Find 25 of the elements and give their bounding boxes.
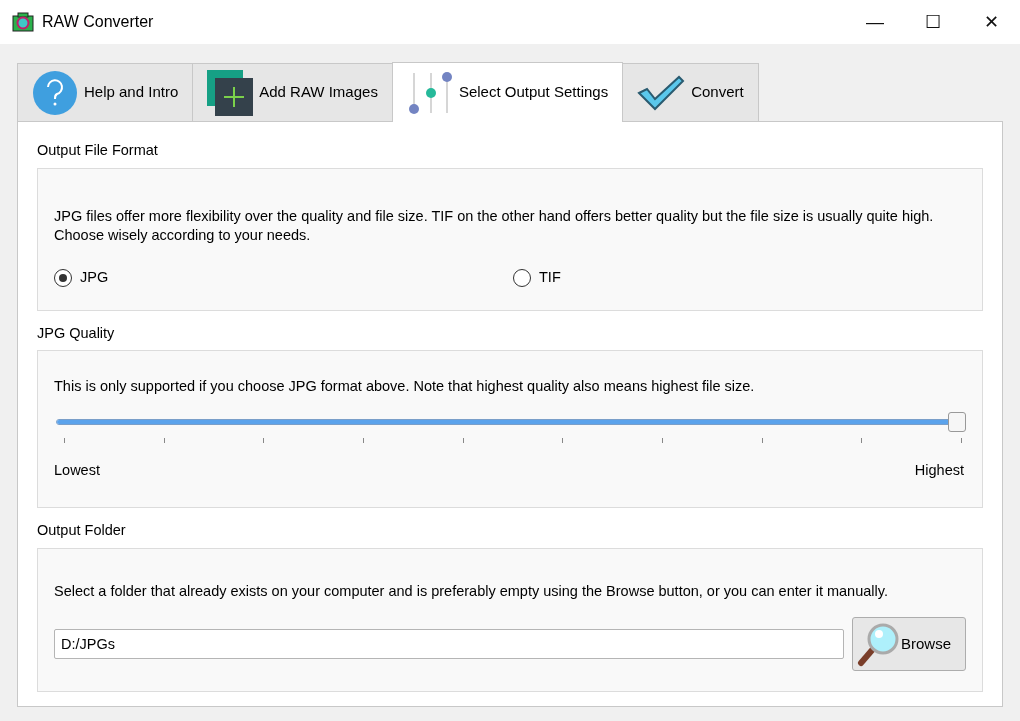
radio-option[interactable]: TIF: [513, 266, 561, 289]
max-label: Highest: [914, 461, 964, 481]
folder-input-field[interactable]: D:/JPGs: [54, 628, 844, 659]
description-text: Select a folder that already exists on your computer and is preferably empty using the Browse button, or you can enter it manually.: [54, 581, 889, 601]
close-button[interactable]: ✕: [962, 0, 1020, 44]
tab[interactable]: Select Output Settings: [391, 62, 624, 122]
group-title: Output File Format: [37, 141, 159, 160]
tab[interactable]: Add RAW Images: [192, 63, 393, 121]
min-label: Lowest: [54, 461, 100, 481]
group-title: JPG Quality: [37, 323, 116, 343]
checkmark-icon: [637, 74, 686, 111]
window-title: RAW Converter: [42, 12, 154, 32]
maximize-button[interactable]: ☐: [904, 0, 962, 44]
camera-icon: [12, 12, 34, 32]
description-text: This is only supported if you choose JPG format above. Note that highest quality also means highest file size.: [54, 377, 756, 397]
slider-handle[interactable]: [948, 412, 966, 433]
minimize-button[interactable]: —: [846, 0, 904, 44]
description-text: JPG files offer more flexibility over the quality and file size. TIF on the other hand offers better quality but the file size is usually quite high. Choose wisely according to your needs.: [54, 206, 935, 245]
radio-option[interactable]: JPG: [54, 266, 513, 289]
help-icon: [32, 69, 78, 116]
group-title: Output Folder: [37, 521, 127, 540]
tab[interactable]: Help and Intro: [17, 63, 194, 121]
tab[interactable]: Convert: [622, 63, 759, 121]
plus-icon: [207, 69, 254, 116]
browse-button[interactable]: Browse: [852, 616, 966, 671]
